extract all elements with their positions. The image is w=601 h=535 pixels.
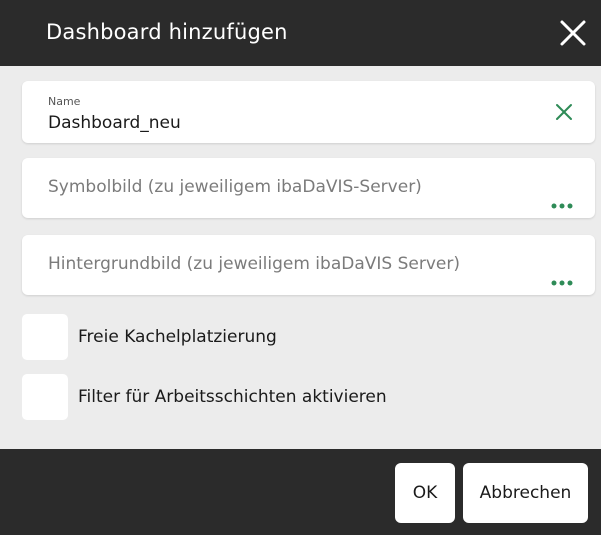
free-tile-placement-checkbox[interactable] [22, 314, 68, 360]
clear-icon-graphic [556, 104, 572, 120]
more-dots-icon[interactable] [551, 271, 573, 286]
symbol-image-placeholder: Symbolbild (zu jeweiligem ibaDaVIS-Serve… [48, 177, 422, 197]
dialog-footer: OK Abbrechen [0, 449, 601, 535]
symbol-image-field[interactable]: Symbolbild (zu jeweiligem ibaDaVIS-Serve… [22, 158, 595, 218]
option-free-tile-placement: Freie Kachelplatzierung [22, 314, 582, 360]
add-dashboard-dialog: Dashboard hinzufügen Name Dashboard_neu … [0, 0, 601, 535]
free-tile-placement-label: Freie Kachelplatzierung [78, 327, 277, 347]
name-field[interactable]: Name Dashboard_neu [22, 81, 595, 143]
background-image-field[interactable]: Hintergrundbild (zu jeweiligem ibaDaVIS … [22, 235, 595, 295]
more-dots-graphic [551, 203, 573, 209]
shift-filter-label: Filter für Arbeitsschichten aktivieren [78, 387, 387, 407]
cancel-button[interactable]: Abbrechen [463, 463, 588, 523]
close-icon[interactable] [558, 18, 588, 48]
more-dots-graphic [551, 280, 573, 286]
name-field-value[interactable]: Dashboard_neu [48, 113, 181, 133]
clear-icon[interactable] [555, 103, 573, 121]
dialog-header: Dashboard hinzufügen [0, 0, 601, 66]
dialog-title: Dashboard hinzufügen [46, 20, 288, 44]
close-icon-graphic [560, 20, 586, 46]
more-dots-icon[interactable] [551, 194, 573, 209]
background-image-placeholder: Hintergrundbild (zu jeweiligem ibaDaVIS … [48, 254, 460, 274]
ok-button[interactable]: OK [395, 463, 455, 523]
name-field-label: Name [48, 95, 81, 108]
option-shift-filter: Filter für Arbeitsschichten aktivieren [22, 374, 582, 420]
shift-filter-checkbox[interactable] [22, 374, 68, 420]
